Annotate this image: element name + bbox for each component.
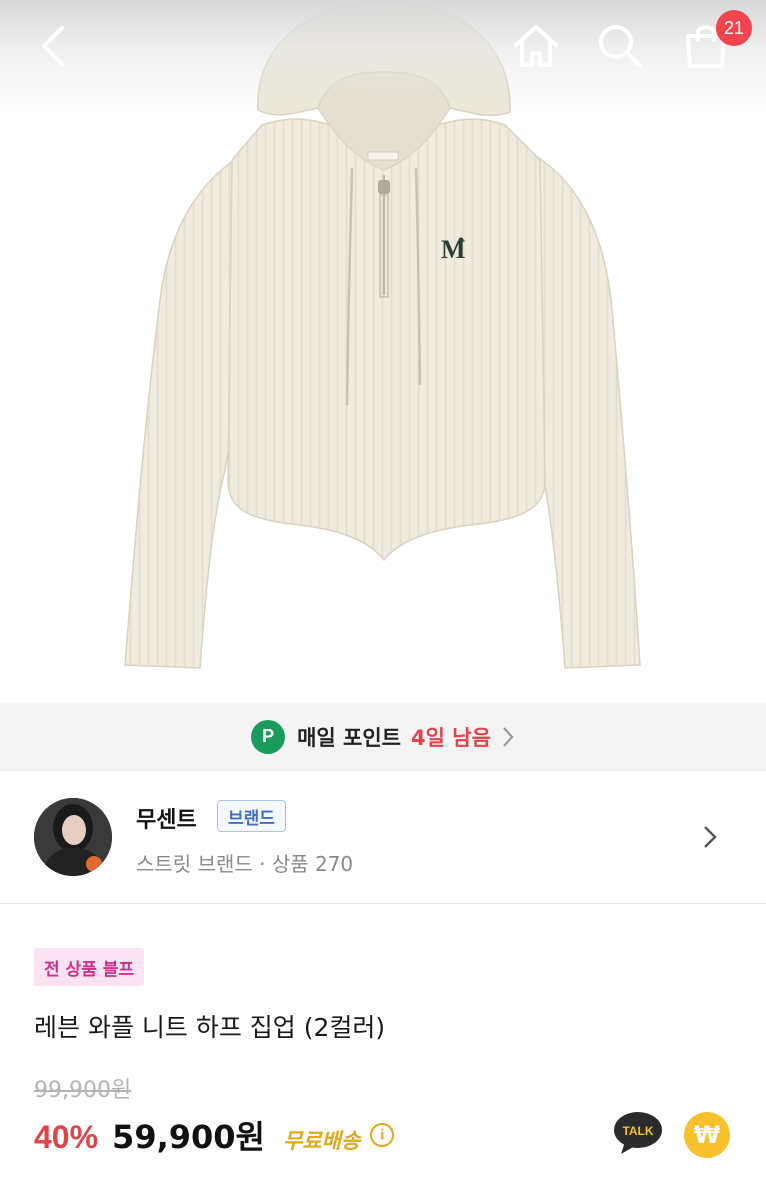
brand-row[interactable]: 무센트 브랜드 스트릿 브랜드 · 상품 270 (0, 772, 766, 904)
price-row: 40% 59,900원 무료배송 i (34, 1112, 395, 1158)
home-button[interactable] (508, 18, 564, 74)
won-coin-button[interactable]: ₩ (684, 1112, 730, 1158)
product-title: 레븐 와플 니트 하프 집업 (2컬러) (34, 1013, 386, 1042)
sale-price: 59,900원 (112, 1118, 265, 1156)
brand-name: 무센트 (136, 808, 197, 833)
points-label: 매일 포인트 (297, 725, 402, 750)
search-button[interactable] (592, 18, 648, 74)
home-icon (514, 25, 558, 67)
promo-badge: 전 상품 블프 (34, 948, 145, 986)
brand-avatar (34, 798, 112, 876)
points-days-left: 4일 남음 (411, 725, 491, 750)
kakao-talk-button[interactable]: TALK (613, 1110, 663, 1156)
original-price: 99,900원 (34, 1078, 132, 1103)
svg-text:TALK: TALK (622, 1124, 653, 1138)
daily-points-banner[interactable]: P 매일 포인트 4일 남음 (0, 703, 766, 771)
chevron-right-icon (702, 824, 718, 854)
back-chevron-icon (42, 26, 64, 66)
free-shipping-label: 무료배송 (282, 1129, 361, 1153)
top-navigation-bar: 21 (0, 0, 766, 96)
won-icon: ₩ (693, 1121, 721, 1149)
discount-rate: 40% (34, 1119, 99, 1155)
brand-subtitle: 스트릿 브랜드 · 상품 270 (136, 852, 354, 876)
chevron-right-icon (501, 725, 515, 749)
points-icon: P (251, 719, 286, 754)
cart-count-badge: 21 (716, 10, 752, 46)
brand-tag-badge: 브랜드 (217, 800, 286, 832)
search-icon (599, 25, 642, 68)
back-button[interactable] (26, 18, 82, 74)
product-image[interactable]: M (0, 0, 766, 703)
info-icon[interactable]: i (370, 1123, 395, 1147)
talk-bubble-icon: TALK (614, 1112, 662, 1154)
